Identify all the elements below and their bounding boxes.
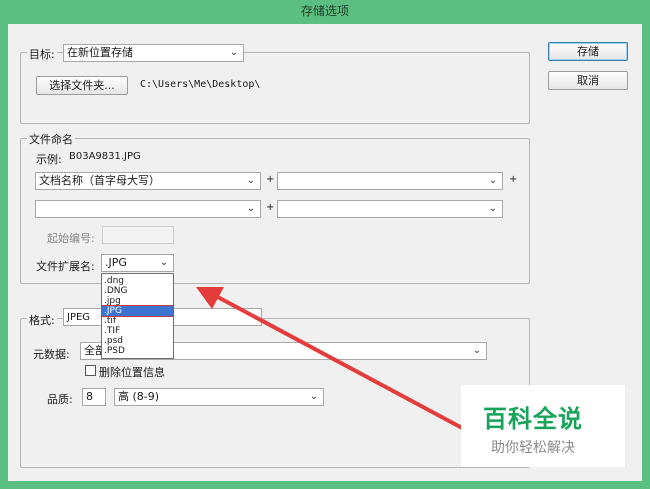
naming-field-2-select[interactable]: ⌄ [277, 172, 503, 190]
extension-dropdown-list[interactable]: .dng .DNG .jpg .JPG .tif .TIF .psd .PSD [101, 273, 174, 359]
naming-field-1-select[interactable]: 文档名称（首字母大写） ⌄ [35, 172, 261, 190]
naming-field-3-select[interactable]: ⌄ [35, 200, 261, 218]
chevron-down-icon: ⌄ [246, 203, 256, 214]
choose-folder-button[interactable]: 选择文件夹... [36, 76, 128, 95]
arrow-shaft [212, 293, 466, 431]
chevron-down-icon: ⌄ [246, 175, 256, 186]
target-label: 目标: [27, 46, 57, 62]
extension-option[interactable]: .jpg [102, 296, 173, 306]
extension-option[interactable]: .PSD [102, 346, 173, 356]
extension-option[interactable]: .JPG [101, 305, 174, 317]
extension-option[interactable]: .TIF [102, 326, 173, 336]
target-location-select[interactable]: 在新位置存储 ⌄ [63, 44, 244, 62]
window-border-bottom [0, 481, 650, 489]
arrow-annotation [196, 287, 466, 431]
naming-field-4-select[interactable]: ⌄ [277, 200, 503, 218]
watermark-panel: 百科全说 助你轻松解决 [461, 385, 625, 467]
chevron-down-icon: ⌄ [159, 257, 169, 268]
naming-group-label: 文件命名 [27, 131, 75, 147]
target-location-value: 在新位置存储 [67, 46, 133, 59]
target-path: C:\Users\Me\Desktop\ [140, 79, 261, 90]
window-border-right [642, 24, 650, 489]
chevron-down-icon: ⌄ [488, 203, 498, 214]
extension-option[interactable]: .tif [102, 316, 173, 326]
plus-sign: + [266, 202, 275, 213]
quality-input[interactable]: 8 [82, 388, 106, 406]
start-number-input[interactable] [102, 226, 174, 244]
naming-field-1-value: 文档名称（首字母大写） [39, 174, 160, 187]
extension-value: .JPG [105, 256, 127, 269]
extension-label: 文件扩展名: [36, 260, 95, 273]
watermark-title: 百科全说 [483, 405, 583, 433]
example-label: 示例: [36, 153, 62, 166]
watermark-subtitle: 助你轻松解决 [491, 440, 575, 456]
chevron-down-icon: ⌄ [229, 47, 239, 58]
extension-option[interactable]: .dng [102, 276, 173, 286]
plus-sign: + [509, 174, 518, 185]
extension-option[interactable]: .DNG [102, 286, 173, 296]
quality-level-value: 高 (8-9) [118, 390, 160, 403]
format-value: JPEG [67, 312, 91, 323]
remove-location-label: 删除位置信息 [99, 366, 165, 379]
window-titlebar[interactable]: 存储选项 [0, 0, 650, 24]
save-button[interactable]: 存储 [548, 42, 628, 61]
extension-select[interactable]: .JPG ⌄ [101, 254, 174, 272]
dialog-client-area: 目标: 在新位置存储 ⌄ 选择文件夹... C:\Users\Me\Deskto… [8, 24, 642, 481]
plus-sign: + [266, 174, 275, 185]
format-label: 格式: [27, 312, 57, 328]
example-value: B03A9831.JPG [69, 151, 141, 162]
quality-label: 品质: [47, 393, 73, 406]
cancel-button[interactable]: 取消 [548, 71, 628, 90]
start-number-label: 起始编号: [47, 232, 95, 245]
window-title: 存储选项 [300, 4, 349, 18]
remove-location-checkbox[interactable] [85, 365, 96, 376]
metadata-label: 元数据: [33, 348, 70, 361]
window-border-left [0, 24, 8, 489]
chevron-down-icon: ⌄ [488, 175, 498, 186]
extension-option[interactable]: .psd [102, 336, 173, 346]
